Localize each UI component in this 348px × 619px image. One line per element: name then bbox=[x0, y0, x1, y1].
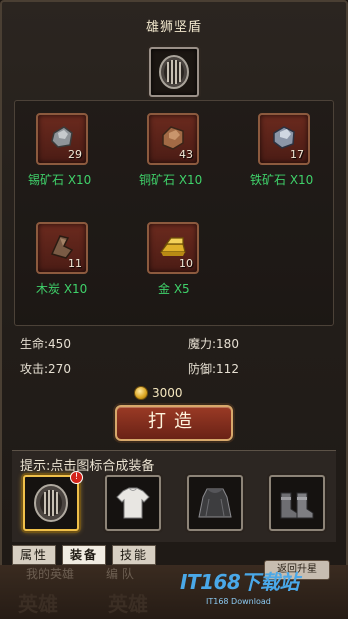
material-slot-gold[interactable]: 10 bbox=[147, 222, 199, 274]
forge-button[interactable]: 打造 bbox=[115, 405, 233, 441]
boots-icon bbox=[280, 492, 314, 519]
material-count: 11 bbox=[68, 257, 82, 270]
equip-slot-boots[interactable] bbox=[269, 475, 325, 531]
material-label: 木炭 X10 bbox=[36, 282, 88, 296]
material-count: 10 bbox=[179, 257, 193, 270]
hint-text: 提示:点击图标合成装备 bbox=[20, 459, 155, 474]
shield-icon bbox=[159, 55, 189, 89]
item-title: 雄狮坚盾 bbox=[145, 20, 202, 35]
shield-icon bbox=[34, 484, 68, 522]
tab-equipment[interactable]: 装备 bbox=[62, 545, 106, 565]
forge-cost: 3000 bbox=[152, 386, 183, 400]
material-slot-tin[interactable]: 29 bbox=[36, 113, 88, 165]
material-slot-copper[interactable]: 43 bbox=[147, 113, 199, 165]
material-label: 锡矿石 X10 bbox=[28, 173, 92, 187]
stat-def: 防御:112 bbox=[188, 362, 239, 376]
material-count: 17 bbox=[290, 148, 304, 161]
gold-coin-icon bbox=[134, 386, 148, 400]
material-label: 金 X5 bbox=[158, 282, 190, 296]
nav-big-left: 英雄 bbox=[18, 592, 58, 616]
equip-slot-shield[interactable]: ! bbox=[23, 471, 83, 531]
cloak-icon bbox=[198, 488, 232, 518]
material-count: 29 bbox=[68, 148, 82, 161]
material-count: 43 bbox=[179, 148, 193, 161]
nav-formation[interactable]: 编 队 bbox=[106, 565, 134, 582]
equip-slot-cloak[interactable] bbox=[187, 475, 243, 531]
nav-big-mid: 英雄 bbox=[108, 592, 148, 616]
stat-mp: 魔力:180 bbox=[188, 337, 239, 351]
material-slot-charcoal[interactable]: 11 bbox=[36, 222, 88, 274]
tab-skills[interactable]: 技能 bbox=[112, 545, 156, 565]
target-item-slot[interactable] bbox=[149, 47, 199, 97]
shirt-icon bbox=[116, 487, 150, 519]
stat-hp: 生命:450 bbox=[20, 337, 71, 351]
material-slot-iron[interactable]: 17 bbox=[258, 113, 310, 165]
tab-attributes[interactable]: 属性 bbox=[12, 545, 56, 565]
equip-slot-shirt[interactable] bbox=[105, 475, 161, 531]
watermark-sub: IT168 Download bbox=[206, 597, 271, 606]
stat-atk: 攻击:270 bbox=[20, 362, 71, 376]
alert-badge: ! bbox=[70, 471, 83, 484]
watermark: IT168下载站 bbox=[180, 570, 299, 594]
nav-my-hero[interactable]: 我的英雄 bbox=[26, 565, 74, 582]
material-label: 铜矿石 X10 bbox=[139, 173, 203, 187]
material-label: 铁矿石 X10 bbox=[250, 173, 314, 187]
